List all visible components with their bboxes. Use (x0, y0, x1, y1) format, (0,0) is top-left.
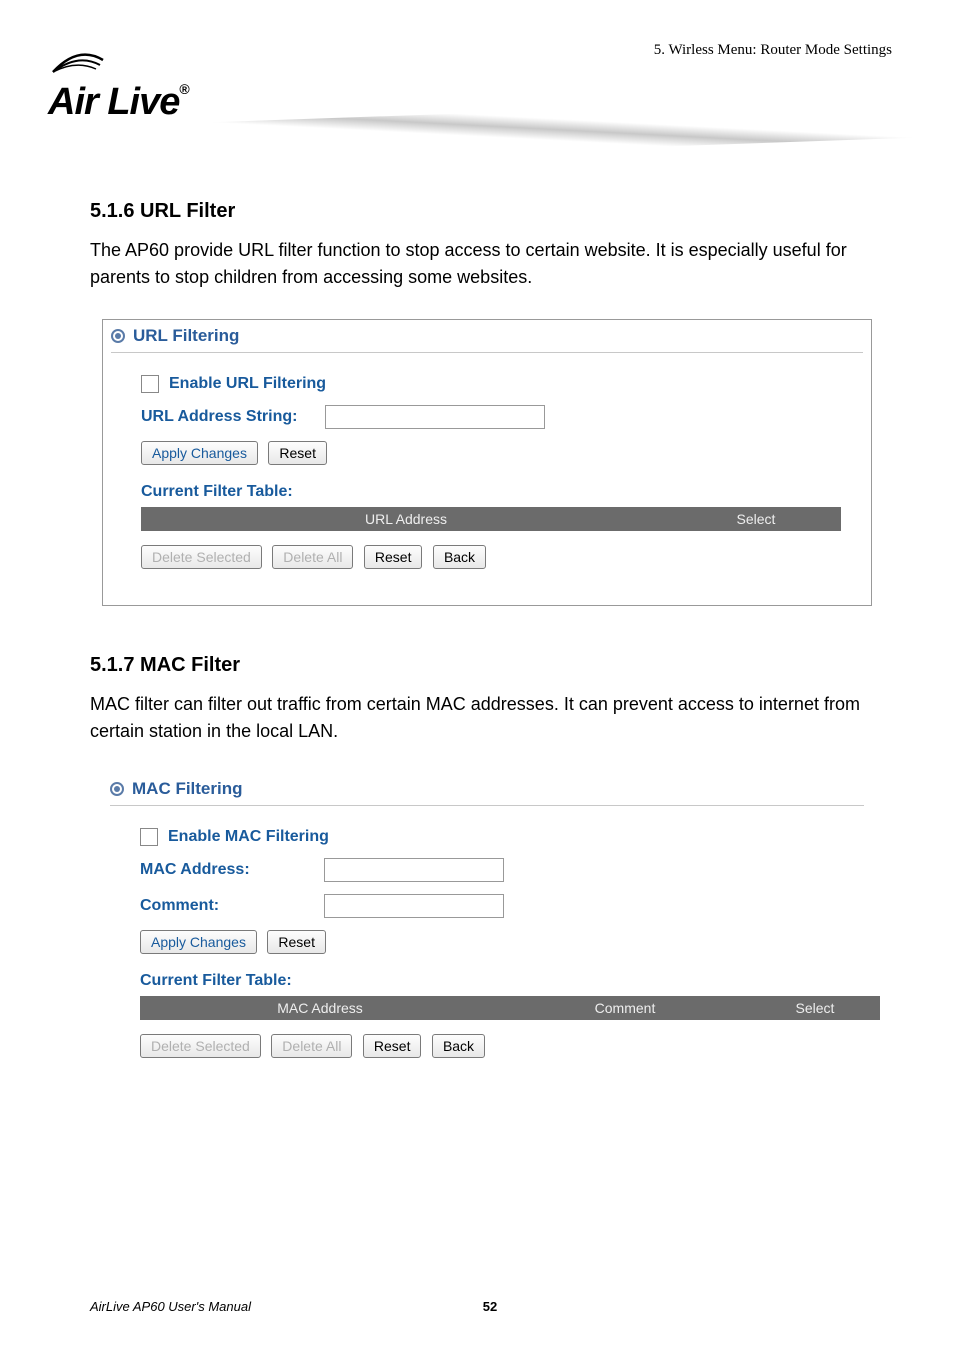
url-filter-heading: 5.1.6 URL Filter (90, 200, 890, 223)
url-filter-panel: URL Filtering Enable URL Filtering URL A… (102, 319, 872, 606)
target-icon (111, 329, 125, 343)
enable-mac-checkbox[interactable] (140, 828, 158, 846)
url-filter-table: URL Address Select (141, 507, 841, 531)
reset-button[interactable]: Reset (363, 1034, 422, 1058)
col-select: Select (671, 507, 841, 531)
url-filter-paragraph: The AP60 provide URL filter function to … (90, 237, 890, 291)
url-address-input[interactable] (325, 405, 545, 429)
logo-swirl-icon (48, 50, 108, 76)
enable-url-checkbox[interactable] (141, 375, 159, 393)
comment-input[interactable] (324, 894, 504, 918)
mac-address-input[interactable] (324, 858, 504, 882)
url-table-title: Current Filter Table: (141, 483, 845, 501)
reset-button[interactable]: Reset (364, 545, 423, 569)
col-comment: Comment (500, 996, 750, 1020)
enable-mac-label: Enable MAC Filtering (168, 828, 329, 846)
col-mac-address: MAC Address (140, 996, 500, 1020)
delete-all-button[interactable]: Delete All (271, 1034, 352, 1058)
mac-address-label: MAC Address: (140, 861, 310, 879)
apply-changes-button[interactable]: Apply Changes (141, 441, 258, 465)
delete-selected-button[interactable]: Delete Selected (141, 545, 262, 569)
footer-manual-title: AirLive AP60 User's Manual (90, 1299, 251, 1314)
mac-panel-title: MAC Filtering (132, 779, 243, 799)
back-button[interactable]: Back (433, 545, 486, 569)
mac-filter-panel: MAC Filtering Enable MAC Filtering MAC A… (102, 773, 872, 1094)
chapter-header: 5. Wirless Menu: Router Mode Settings (654, 42, 892, 59)
col-select: Select (750, 996, 880, 1020)
col-url-address: URL Address (141, 507, 671, 531)
delete-all-button[interactable]: Delete All (272, 545, 353, 569)
apply-changes-button[interactable]: Apply Changes (140, 930, 257, 954)
url-panel-title: URL Filtering (133, 326, 239, 346)
back-button[interactable]: Back (432, 1034, 485, 1058)
delete-selected-button[interactable]: Delete Selected (140, 1034, 261, 1058)
mac-filter-paragraph: MAC filter can filter out traffic from c… (90, 691, 890, 745)
reset-button[interactable]: Reset (267, 930, 326, 954)
logo-text: Air Live® (48, 81, 189, 124)
logo: Air Live® (48, 50, 189, 124)
footer: AirLive AP60 User's Manual 52 (90, 1299, 890, 1314)
reset-button[interactable]: Reset (268, 441, 327, 465)
mac-table-title: Current Filter Table: (140, 972, 846, 990)
enable-url-label: Enable URL Filtering (169, 375, 326, 393)
footer-page-number: 52 (483, 1299, 497, 1314)
url-address-label: URL Address String: (141, 408, 311, 426)
mac-filter-table: MAC Address Comment Select (140, 996, 880, 1020)
target-icon (110, 782, 124, 796)
header-gradient (170, 96, 954, 163)
mac-filter-heading: 5.1.7 MAC Filter (90, 654, 890, 677)
comment-label: Comment: (140, 897, 310, 915)
